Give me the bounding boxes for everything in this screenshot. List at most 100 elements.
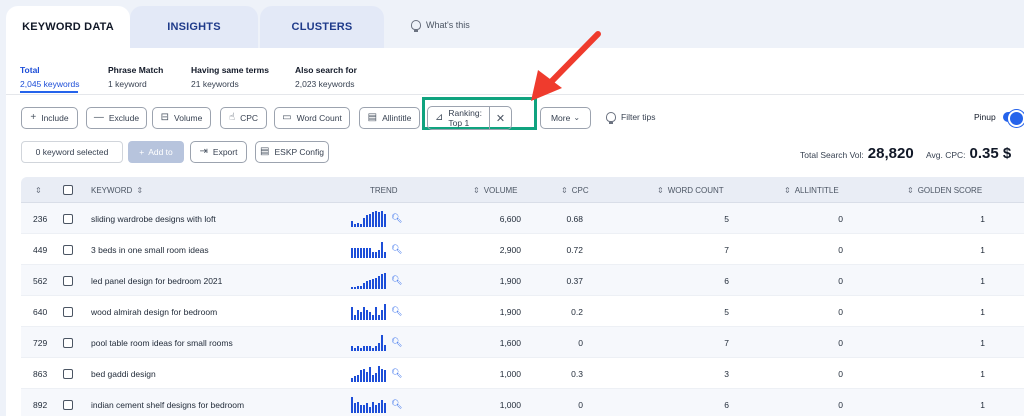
column-keyword[interactable]: KEYWORD ⇕ [91, 177, 143, 203]
keyword-text[interactable]: pool table room ideas for small rooms [91, 327, 351, 358]
trend-bar [384, 369, 386, 382]
row-checkbox[interactable] [63, 399, 73, 410]
trend-bar [354, 247, 356, 258]
tab-bar: KEYWORD DATA INSIGHTS CLUSTERS [6, 6, 384, 48]
trend-bar [366, 280, 368, 289]
keyword-text[interactable]: indian cement shelf designs for bedroom [91, 389, 351, 416]
trend-bar [354, 314, 356, 320]
stat-also-search[interactable]: Also search for 2,023 keywords [295, 65, 357, 89]
allintitle-button[interactable]: ▤ Allintitle [359, 107, 420, 129]
volume-value: 1,000 [499, 368, 521, 379]
volume-value: 2,900 [499, 244, 521, 255]
table-row[interactable]: 449 3 beds in one small room ideas 🔍︎ 2,900… [21, 234, 1024, 265]
trend-bar [369, 345, 371, 351]
table-row[interactable]: 729 pool table room ideas for small rooms… [21, 327, 1024, 358]
column-word-count[interactable]: ⇕ WORD COUNT [657, 177, 724, 203]
tab-clusters[interactable]: CLUSTERS [260, 6, 384, 48]
stat-total[interactable]: Total 2,045 keywords [20, 65, 80, 89]
export-button[interactable]: ⇥ Export [190, 141, 247, 163]
search-icon[interactable]: 🔍︎ [391, 244, 402, 255]
text-field-icon: ▭ [282, 112, 292, 123]
trend-bar [375, 210, 377, 227]
chevron-down-icon: ⌄ [573, 113, 581, 122]
trend-bar [357, 222, 359, 227]
trend-bar [375, 404, 377, 413]
row-checkbox-cell [63, 265, 77, 296]
table-row[interactable]: 562 led panel design for bedroom 2021 🔍︎ 1,… [21, 265, 1024, 296]
close-icon[interactable]: ✕ [489, 107, 511, 129]
ranking-filter[interactable]: ⊿ Ranking: Top 1 [428, 108, 489, 128]
cpc-value: 0.72 [566, 244, 583, 255]
whats-this-link[interactable]: What's this [411, 20, 470, 32]
lightbulb-icon [606, 112, 616, 124]
ranking-filter-chip[interactable]: ⊿ Ranking: Top 1 ✕ [427, 106, 512, 130]
sort-icon: ⇕ [561, 185, 568, 195]
filter-tips-link[interactable]: Filter tips [606, 112, 655, 124]
keyword-text[interactable]: wood almirah design for bedroom [91, 296, 351, 327]
column-volume[interactable]: ⇕ VOLUME [473, 177, 518, 203]
row-checkbox-cell [63, 234, 77, 265]
keyword-selected-count: 0 keyword selected [21, 141, 123, 163]
exclude-button[interactable]: — Exclude [86, 107, 147, 129]
eskp-config-label: ESKP Config [274, 147, 324, 157]
word-count-value: 7 [724, 337, 729, 348]
allintitle-value: 0 [838, 244, 843, 255]
select-all-checkbox[interactable] [63, 185, 73, 195]
row-checkbox[interactable] [63, 368, 73, 379]
row-checkbox[interactable] [63, 213, 73, 224]
stat-phrase-match[interactable]: Phrase Match 1 keyword [108, 65, 163, 89]
table-row[interactable]: 863 bed gaddi design 🔍︎ 1,000 0.3 3 0 1 [21, 358, 1024, 389]
search-icon[interactable]: 🔍︎ [391, 337, 402, 348]
column-cpc[interactable]: ⇕ CPC [561, 177, 589, 203]
trend-bar [372, 374, 374, 382]
search-icon[interactable]: 🔍︎ [391, 275, 402, 286]
row-checkbox[interactable] [63, 275, 73, 286]
volume-button[interactable]: ⊟ Volume [152, 107, 211, 129]
golden-score-value: 1 [980, 213, 985, 224]
row-checkbox-cell [63, 203, 77, 234]
add-to-button[interactable]: + Add to [128, 141, 184, 163]
row-checkbox[interactable] [63, 244, 73, 255]
keyword-text[interactable]: sliding wardrobe designs with loft [91, 203, 351, 234]
column-allintitle[interactable]: ⇕ ALLINTITLE [784, 177, 839, 203]
stat-same-terms[interactable]: Having same terms 21 keywords [191, 65, 269, 89]
trend-bar [381, 210, 383, 227]
trend-bar [384, 272, 386, 289]
keyword-text[interactable]: bed gaddi design [91, 358, 351, 389]
search-icon[interactable]: 🔍︎ [391, 368, 402, 379]
trend-bar [384, 402, 386, 413]
row-checkbox[interactable] [63, 306, 73, 317]
row-checkbox-cell [63, 389, 77, 416]
include-button[interactable]: + Include [21, 107, 78, 129]
eskp-config-button[interactable]: ▤ ESKP Config [255, 141, 329, 163]
row-checkbox[interactable] [63, 337, 73, 348]
search-icon[interactable]: 🔍︎ [391, 306, 402, 317]
column-golden-score[interactable]: ⇕ GOLDEN SCORE [907, 177, 982, 203]
trend-sparkline [351, 241, 386, 258]
table-row[interactable]: 236 sliding wardrobe designs with loft 🔍︎ 6… [21, 203, 1024, 234]
trend-bar [354, 375, 356, 382]
keyword-text[interactable]: 3 beds in one small room ideas [91, 234, 351, 265]
keyword-text[interactable]: led panel design for bedroom 2021 [91, 265, 351, 296]
trend-bar [372, 278, 374, 289]
tab-keyword-data[interactable]: KEYWORD DATA [6, 6, 130, 48]
table-body: 236 sliding wardrobe designs with loft 🔍︎ 6… [21, 203, 1024, 416]
golden-score-value: 1 [980, 337, 985, 348]
table-row[interactable]: 640 wood almirah design for bedroom 🔍︎ 1,90… [21, 296, 1024, 327]
trend-bar [363, 368, 365, 382]
more-dropdown[interactable]: More ⌄ [540, 107, 591, 129]
allintitle-value: 0 [838, 213, 843, 224]
sort-icon[interactable]: ⇕ [35, 177, 42, 203]
tab-insights[interactable]: INSIGHTS [130, 6, 258, 48]
pinup-toggle[interactable] [1003, 110, 1024, 127]
trend-bar [381, 309, 383, 320]
word-count-button[interactable]: ▭ Word Count [274, 107, 350, 129]
cpc-button[interactable]: ☝ CPC [220, 107, 267, 129]
table-row[interactable]: 892 indian cement shelf designs for bedro… [21, 389, 1024, 416]
search-icon[interactable]: 🔍︎ [391, 213, 402, 224]
search-icon[interactable]: 🔍︎ [391, 399, 402, 410]
ranking-chart-icon: ⊿ [435, 112, 444, 123]
word-count-value: 7 [724, 244, 729, 255]
trend-bar [357, 309, 359, 320]
add-to-label: Add to [148, 147, 173, 157]
